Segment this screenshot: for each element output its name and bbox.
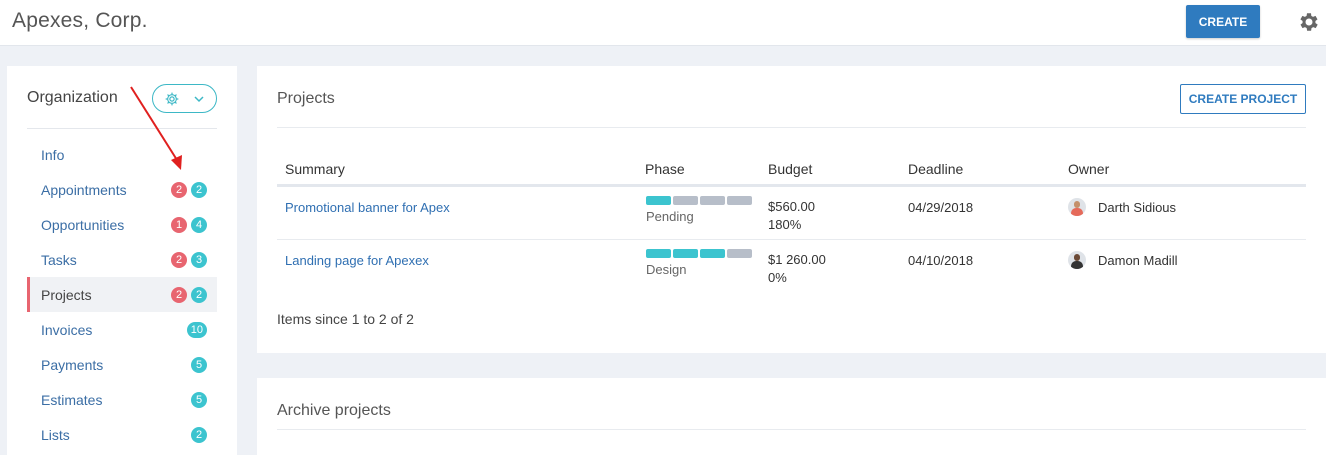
count-badge: 5 bbox=[191, 356, 207, 373]
sidebar-item-label: Opportunities bbox=[41, 216, 125, 233]
sidebar-item-lists[interactable]: Lists 2 bbox=[27, 417, 217, 452]
count-badge: 2 bbox=[171, 181, 187, 198]
owner-name: Darth Sidious bbox=[1098, 199, 1177, 215]
phase-label: Design bbox=[646, 262, 687, 277]
badge-group: 22 bbox=[171, 181, 207, 198]
phase-progress-segment bbox=[700, 249, 725, 258]
budget-amount: $1 260.00 bbox=[768, 252, 826, 267]
sidebar-item-appointments[interactable]: Appointments 2 2 bbox=[27, 172, 217, 207]
phase-progress-segment bbox=[727, 196, 752, 205]
sidebar-item-invoices[interactable]: Invoices 10 bbox=[27, 312, 217, 347]
sidebar-item-tasks[interactable]: Tasks 2 3 bbox=[27, 242, 217, 277]
budget-percent: 180% bbox=[768, 217, 802, 232]
table-row: Promotional banner for Apex Pending $560.0… bbox=[277, 187, 1306, 240]
chevron-down-icon bbox=[194, 96, 204, 103]
table-body: Promotional banner for Apex Pending $560.0… bbox=[277, 187, 1306, 293]
divider bbox=[277, 429, 1306, 430]
sidebar-item-payments[interactable]: Payments 5 bbox=[27, 347, 217, 382]
phase-progress-segment bbox=[673, 249, 698, 258]
phase-progress-segment bbox=[727, 249, 752, 258]
sidebar-item-opportunities[interactable]: Opportunities 1 4 bbox=[27, 207, 217, 242]
badge-group: 5 bbox=[191, 391, 207, 408]
sidebar-item-label: Lists bbox=[41, 426, 70, 443]
create-project-button[interactable]: CREATE PROJECT bbox=[1180, 84, 1306, 114]
project-summary-link[interactable]: Promotional banner for Apex bbox=[285, 200, 450, 215]
badge-group: 14 bbox=[171, 216, 207, 233]
owner-name: Damon Madill bbox=[1098, 252, 1178, 268]
column-header-deadline[interactable]: Deadline bbox=[908, 161, 963, 177]
sidebar-item-label: Projects bbox=[41, 286, 92, 303]
sidebar-item-estimates[interactable]: Estimates 5 bbox=[27, 382, 217, 417]
count-badge: 10 bbox=[186, 321, 207, 338]
phase-cell: Design bbox=[646, 249, 752, 277]
column-header-budget[interactable]: Budget bbox=[768, 161, 812, 177]
count-badge: 4 bbox=[191, 216, 207, 233]
badge-group: 22 bbox=[171, 286, 207, 303]
organization-settings-dropdown[interactable] bbox=[152, 84, 217, 113]
gear-icon bbox=[165, 92, 179, 106]
panel-title: Projects bbox=[277, 90, 335, 107]
divider bbox=[277, 127, 1306, 128]
count-badge: 2 bbox=[171, 286, 187, 303]
panel-title: Archive projects bbox=[277, 402, 391, 419]
pagination-info: Items since 1 to 2 of 2 bbox=[277, 311, 414, 327]
phase-progress-segment bbox=[673, 196, 698, 205]
badge-group: 2 bbox=[191, 426, 207, 443]
top-bar: Apexes, Corp. CREATE bbox=[0, 0, 1326, 46]
company-name: Apexes, Corp. bbox=[12, 9, 148, 32]
sidebar-item-label: Appointments bbox=[41, 181, 127, 198]
budget-cell: $560.00 180% bbox=[768, 198, 815, 234]
column-header-summary[interactable]: Summary bbox=[285, 161, 345, 177]
budget-cell: $1 260.00 0% bbox=[768, 251, 826, 287]
avatar bbox=[1068, 251, 1086, 269]
archive-projects-panel: Archive projects bbox=[257, 378, 1326, 455]
count-badge: 2 bbox=[171, 251, 187, 268]
budget-percent: 0% bbox=[768, 270, 787, 285]
phase-label: Pending bbox=[646, 209, 694, 224]
badge-group: 5 bbox=[191, 356, 207, 373]
gear-icon[interactable] bbox=[1297, 10, 1321, 34]
table-row: Landing page for Apexex Design $1 260.00 0%… bbox=[277, 240, 1306, 293]
column-header-phase[interactable]: Phase bbox=[645, 161, 685, 177]
avatar bbox=[1068, 198, 1086, 216]
deadline-cell: 04/29/2018 bbox=[908, 200, 974, 215]
sidebar-item-info[interactable]: Info bbox=[27, 137, 217, 172]
phase-cell: Pending bbox=[646, 196, 752, 224]
deadline-cell: 04/10/2018 bbox=[908, 253, 974, 268]
count-badge: 2 bbox=[191, 286, 207, 303]
count-badge: 1 bbox=[171, 216, 187, 233]
phase-progress-bar bbox=[646, 196, 752, 205]
phase-progress-bar bbox=[646, 249, 752, 258]
sidebar-item-label: Tasks bbox=[41, 251, 77, 268]
sidebar-item-label: Info bbox=[41, 146, 65, 163]
count-badge: 3 bbox=[191, 251, 207, 268]
column-header-owner[interactable]: Owner bbox=[1068, 161, 1109, 177]
owner-cell: Darth Sidious bbox=[1068, 198, 1176, 216]
count-badge: 2 bbox=[191, 181, 207, 198]
phase-progress-segment bbox=[646, 249, 671, 258]
badge-group: 23 bbox=[171, 251, 207, 268]
sidebar-nav: Info Appointments 2 2 Opportunities 1 4 Tasks 2 3… bbox=[27, 137, 217, 452]
count-badge: 2 bbox=[191, 426, 207, 443]
owner-cell: Damon Madill bbox=[1068, 251, 1177, 269]
phase-progress-segment bbox=[700, 196, 725, 205]
sidebar-item-label: Payments bbox=[41, 356, 104, 373]
sidebar-item-label: Invoices bbox=[41, 321, 93, 338]
budget-amount: $560.00 bbox=[768, 199, 815, 214]
table-header: Summary Phase Budget Deadline Owner bbox=[277, 154, 1306, 187]
phase-progress-segment bbox=[646, 196, 671, 205]
badge-group: 10 bbox=[186, 321, 207, 338]
projects-table: Summary Phase Budget Deadline Owner Prom… bbox=[277, 154, 1306, 293]
project-summary-link[interactable]: Landing page for Apexex bbox=[285, 253, 429, 268]
divider bbox=[27, 128, 217, 129]
sidebar-item-projects[interactable]: Projects 2 2 bbox=[27, 277, 217, 312]
projects-panel: Projects CREATE PROJECT Summary Phase Bu… bbox=[257, 66, 1326, 353]
count-badge: 5 bbox=[191, 391, 207, 408]
organization-sidebar: Organization Info Appointments 2 2 Opportuni… bbox=[7, 66, 237, 455]
sidebar-title: Organization bbox=[27, 89, 118, 106]
sidebar-item-label: Estimates bbox=[41, 391, 103, 408]
create-button[interactable]: CREATE bbox=[1186, 5, 1260, 38]
